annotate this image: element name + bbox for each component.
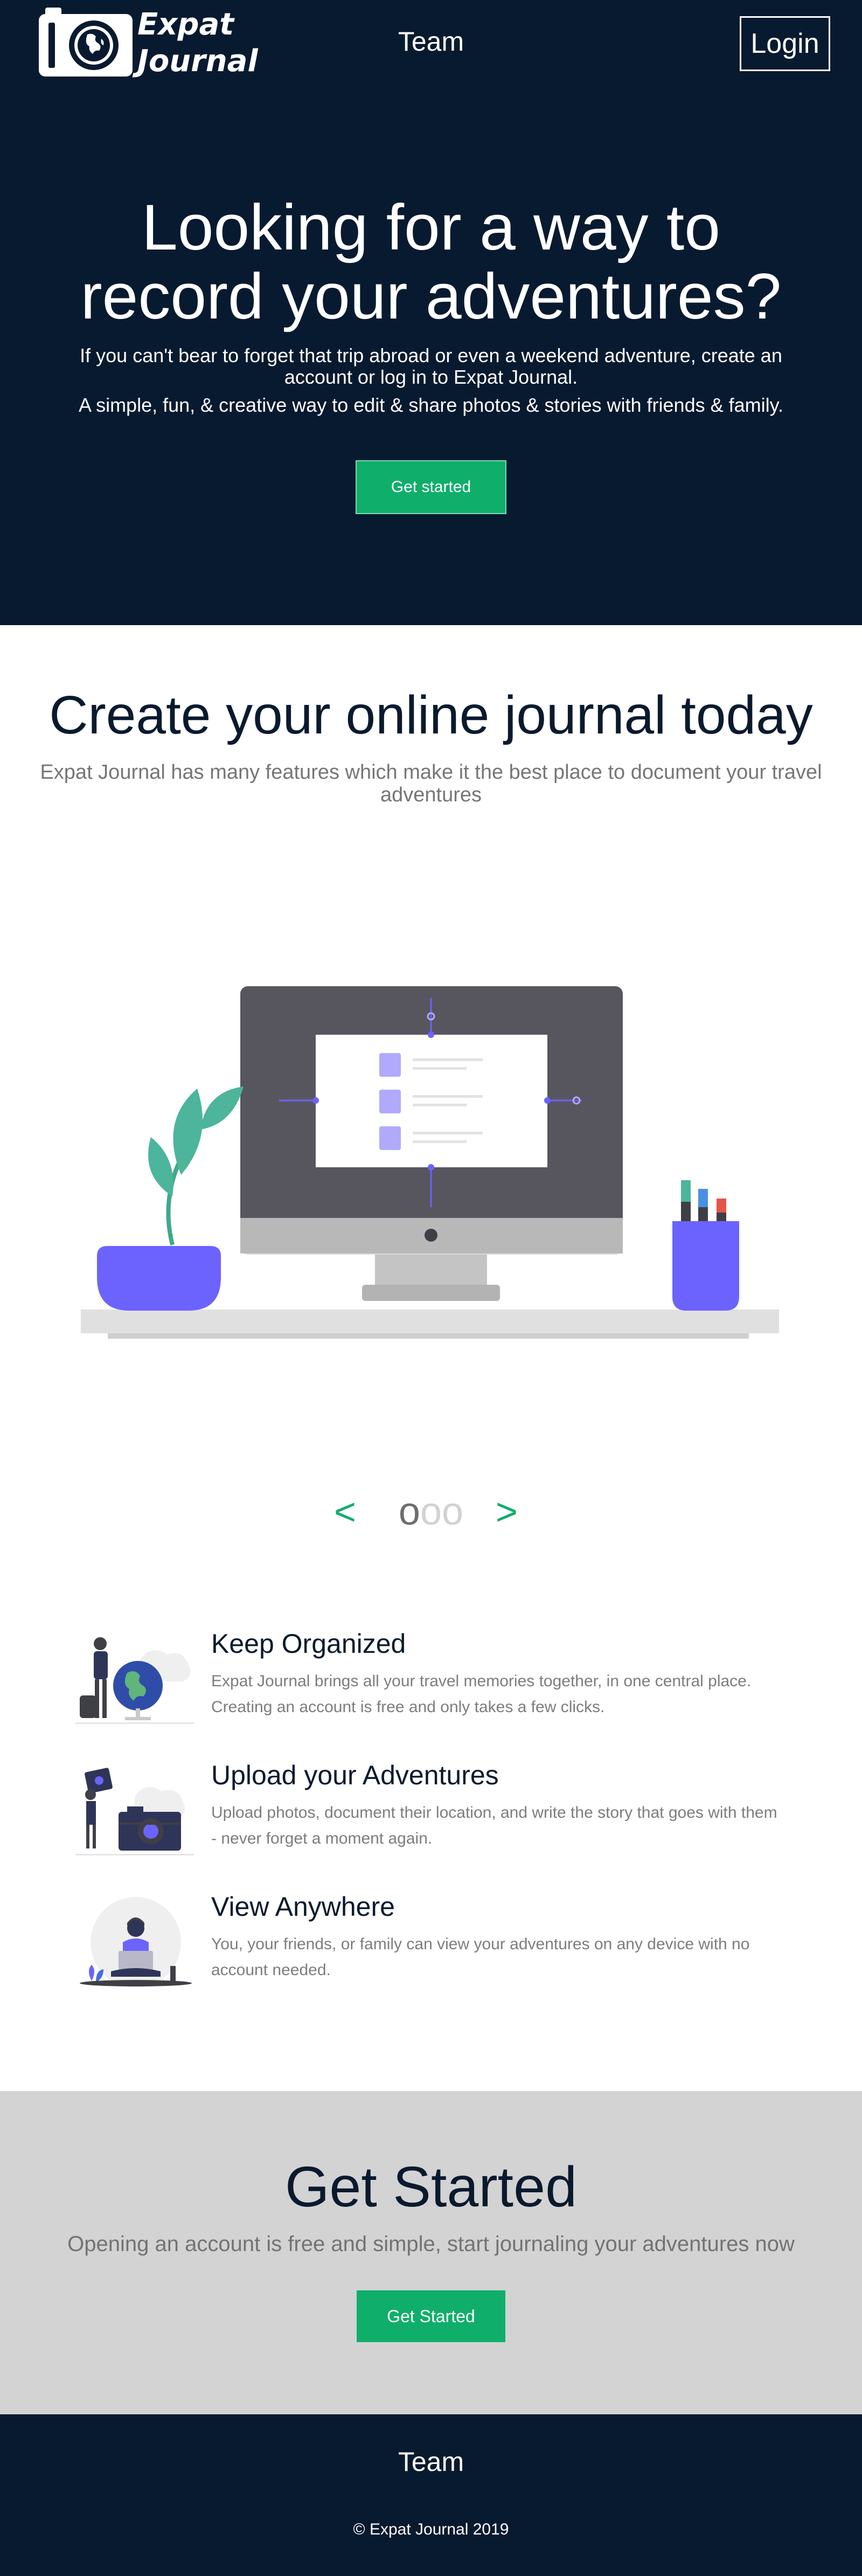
laptop-person-illustration [80,1897,192,1988]
carousel-next-button[interactable]: > [496,1487,518,1536]
site-footer: Team © Expat Journal 2019 [0,2414,862,2576]
get-started-section: Get Started Opening an account is free a… [0,2091,862,2414]
desk-computer-illustration [81,986,779,1339]
get-started-button[interactable]: Get Started [357,2290,505,2342]
brand-name-line1: Expat [137,7,234,42]
hero-title: Looking for a way to record your adventu… [80,191,782,333]
feature-description: You, your friends, or family can view yo… [211,1935,750,1979]
top-nav: Expat Journal Team Login [0,0,862,86]
brand-name: Expat Journal [137,6,258,80]
carousel-dot-2[interactable]: o [420,1490,442,1533]
camera-globe-icon [39,8,133,77]
feature-title: Keep Organized [211,1629,406,1659]
feature-item-view: View Anywhere You, your friends, or fami… [75,1891,787,1998]
get-started-title: Get Started [284,2155,578,2219]
get-started-subtitle: Opening an account is free and simple, s… [67,2232,795,2256]
features-subtitle: Expat Journal has many features which ma… [40,761,822,806]
brand-logo[interactable]: Expat Journal [38,6,258,82]
brand-name-line2: Journal [137,44,258,79]
feature-description: Upload photos, document their location, … [211,1804,777,1847]
carousel-dot-1[interactable]: o [399,1490,420,1533]
hero-description: If you can't bear to forget that trip ab… [80,344,782,388]
nav-team-link[interactable]: Team [377,26,485,57]
carousel-prev-button[interactable]: < [334,1487,356,1536]
feature-description: Expat Journal brings all your travel mem… [211,1672,752,1716]
carousel-dot-3[interactable]: o [442,1490,463,1533]
feature-carousel-controls: < ooo > [323,1487,539,1536]
hero-get-started-button[interactable]: Get started [356,460,506,514]
feature-item-organized: Keep Organized Expat Journal brings all … [75,1628,787,1735]
feature-title: Upload your Adventures [211,1760,499,1790]
footer-copyright: © Expat Journal 2019 [353,2520,509,2538]
camera-upload-illustration [75,1768,194,1855]
carousel-dots: ooo [393,1487,469,1536]
login-button[interactable]: Login [740,16,830,71]
hero-tagline: A simple, fun, & creative way to edit & … [79,394,783,416]
traveler-globe-illustration [75,1637,194,1724]
feature-item-upload: Upload your Adventures Upload photos, do… [75,1759,787,1867]
feature-title: View Anywhere [211,1892,395,1922]
footer-team-link[interactable]: Team [0,2446,862,2478]
features-title: Create your online journal today [49,685,813,745]
hero-section: Expat Journal Team Login Looking for a w… [0,0,862,625]
